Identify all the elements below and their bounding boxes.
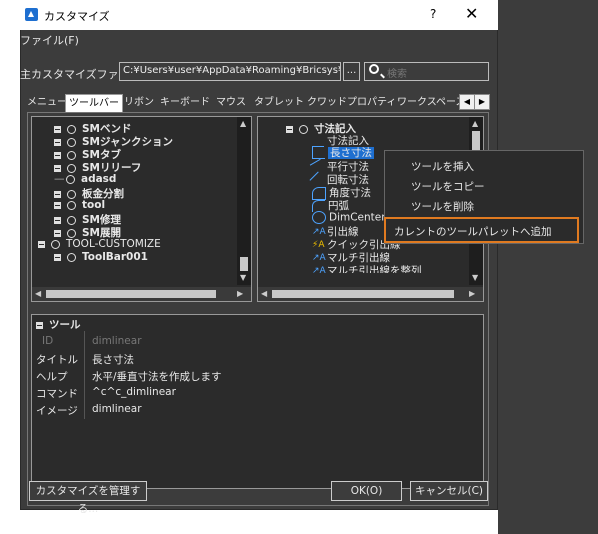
- expand-icon[interactable]: [54, 151, 61, 159]
- tree-item[interactable]: ToolBar001: [54, 251, 148, 263]
- tab-scroll-arrows: ◀ ▶: [459, 94, 490, 110]
- center-mark-icon: [312, 211, 326, 224]
- tab-menu[interactable]: メニュー: [27, 94, 67, 112]
- properties-header[interactable]: ツール: [36, 317, 81, 332]
- prop-key-title: タイトル: [36, 354, 78, 366]
- tab-workspace[interactable]: ワークスペース: [397, 94, 466, 112]
- expand-icon[interactable]: [54, 164, 61, 172]
- leader-icon: ↗A: [312, 226, 326, 237]
- expand-icon[interactable]: [54, 216, 61, 224]
- main-file-path-input[interactable]: C:¥Users¥user¥AppData¥Roaming¥Bricsys¥B: [119, 62, 341, 81]
- toolbar-node-icon: [66, 174, 75, 184]
- properties-panel: ツール ID dimlinear タイトル 長さ寸法 ヘルプ 水平/垂直寸法を作…: [31, 314, 484, 489]
- prop-value-title[interactable]: 長さ寸法: [92, 352, 134, 367]
- menu-item-add-to-palette-highlight[interactable]: カレントのツールパレットへ追加: [384, 217, 579, 243]
- toolbar-node-icon: [51, 239, 60, 249]
- toolbar-tree-panel: SMベンド SMジャンクション SMタブ SMリリーフ — adasd 板金分割 …: [31, 116, 252, 302]
- tree-item[interactable]: TOOL-CUSTOMIZE: [38, 238, 161, 250]
- collapse-icon[interactable]: [38, 240, 45, 248]
- tree-item[interactable]: tool: [54, 199, 105, 211]
- cancel-button[interactable]: キャンセル(C): [410, 481, 488, 501]
- collapse-icon[interactable]: [36, 321, 43, 329]
- toolbar-node-icon: [67, 137, 76, 147]
- scroll-left-icon[interactable]: ◀: [261, 289, 267, 298]
- toolbar-node-icon: [299, 124, 308, 134]
- right-tree-hscrollbar[interactable]: ◀ ▶: [258, 287, 483, 301]
- tree-line-icon: —: [54, 173, 65, 185]
- search-icon: [369, 64, 379, 74]
- column-divider: [84, 331, 85, 419]
- toolbar-node-icon: [67, 189, 76, 199]
- toolbar-node-icon: [67, 163, 76, 173]
- scroll-thumb[interactable]: [240, 257, 248, 271]
- search-input[interactable]: 検索: [364, 62, 489, 81]
- tab-quad[interactable]: クワッド: [307, 94, 347, 112]
- toolbar-node-icon: [67, 228, 76, 238]
- close-icon[interactable]: ✕: [465, 4, 478, 23]
- prop-key-command: コマンド: [36, 388, 78, 400]
- tab-properties[interactable]: プロパティ: [347, 94, 396, 112]
- scroll-left-icon[interactable]: ◀: [35, 289, 41, 298]
- prop-value-command[interactable]: ^c^c_dimlinear: [92, 386, 176, 398]
- scroll-down-icon[interactable]: ▼: [240, 273, 246, 282]
- toolbar-node-icon: [67, 150, 76, 160]
- linear-dimension-icon: [312, 147, 325, 159]
- scroll-right-icon[interactable]: ▶: [469, 289, 475, 298]
- toolbar-node-icon: [67, 252, 76, 262]
- multileader-align-icon: ↗A: [312, 265, 326, 274]
- scroll-up-icon[interactable]: ▲: [472, 119, 478, 128]
- expand-icon[interactable]: [54, 229, 61, 237]
- menu-item-add-to-palette[interactable]: カレントのツールパレットへ追加: [394, 224, 552, 239]
- scroll-thumb[interactable]: [46, 290, 216, 298]
- tab-keyboard[interactable]: キーボード: [160, 94, 210, 112]
- menu-item-copy-tool[interactable]: ツールをコピー: [411, 179, 485, 194]
- menu-item-delete-tool[interactable]: ツールを削除: [411, 199, 474, 214]
- prop-value-image[interactable]: dimlinear: [92, 403, 142, 415]
- collapse-icon[interactable]: [286, 125, 293, 133]
- multileader-icon: ↗A: [312, 252, 326, 263]
- tab-strip: メニュー ツールバー リボン キーボード マウス タブレット クワッド プロパテ…: [27, 94, 489, 113]
- quick-leader-icon: ⚡A: [312, 239, 325, 250]
- left-tree-vscrollbar[interactable]: ▲ ▼: [237, 117, 251, 285]
- background-panel: [498, 0, 598, 534]
- expand-icon[interactable]: [54, 253, 61, 261]
- prop-key-help: ヘルプ: [36, 371, 68, 383]
- toolbar-node-icon: [67, 124, 76, 134]
- help-button[interactable]: ?: [430, 7, 436, 21]
- expand-icon[interactable]: [54, 201, 61, 209]
- expand-icon[interactable]: [54, 125, 61, 133]
- scroll-down-icon[interactable]: ▼: [472, 273, 478, 282]
- tab-toolbar[interactable]: ツールバー: [65, 94, 123, 113]
- tab-tablet[interactable]: タブレット: [254, 94, 304, 112]
- scroll-right-icon[interactable]: ▶: [237, 289, 243, 298]
- prop-value-id: dimlinear: [92, 335, 142, 347]
- browse-button[interactable]: ...: [343, 62, 360, 81]
- toolbar-node-icon: [67, 200, 76, 210]
- toolbar-node-icon: [67, 215, 76, 225]
- left-tree-hscrollbar[interactable]: ◀ ▶: [32, 287, 251, 301]
- scroll-up-icon[interactable]: ▲: [240, 119, 246, 128]
- title-bar: カスタマイズ ? ✕: [20, 0, 498, 30]
- tab-mouse[interactable]: マウス: [216, 94, 246, 112]
- expand-icon[interactable]: [54, 190, 61, 198]
- tab-scroll-left-icon[interactable]: ◀: [459, 94, 475, 110]
- tree-item[interactable]: DimCenter: [312, 211, 386, 224]
- manage-customize-button[interactable]: カスタマイズを管理する...: [29, 481, 147, 515]
- prop-key-id: ID: [42, 335, 54, 347]
- prop-key-image: イメージ: [36, 405, 78, 417]
- tree-item[interactable]: ↗Aマルチ引出線を整列: [312, 263, 422, 273]
- expand-icon[interactable]: [54, 138, 61, 146]
- scroll-thumb[interactable]: [272, 290, 454, 298]
- menu-item-insert-tool[interactable]: ツールを挿入: [411, 159, 474, 174]
- menu-file[interactable]: ファイル(F): [20, 32, 79, 48]
- tab-scroll-right-icon[interactable]: ▶: [474, 94, 490, 110]
- tab-ribbon[interactable]: リボン: [124, 94, 154, 112]
- prop-value-help[interactable]: 水平/垂直寸法を作成します: [92, 369, 222, 384]
- window-title: カスタマイズ: [44, 10, 110, 23]
- ok-button[interactable]: OK(O): [331, 481, 402, 501]
- app-logo-icon: [25, 8, 38, 21]
- search-placeholder: 検索: [387, 69, 407, 80]
- tree-item[interactable]: — adasd: [54, 173, 116, 185]
- tree-item-selected[interactable]: 長さ寸法: [312, 145, 374, 160]
